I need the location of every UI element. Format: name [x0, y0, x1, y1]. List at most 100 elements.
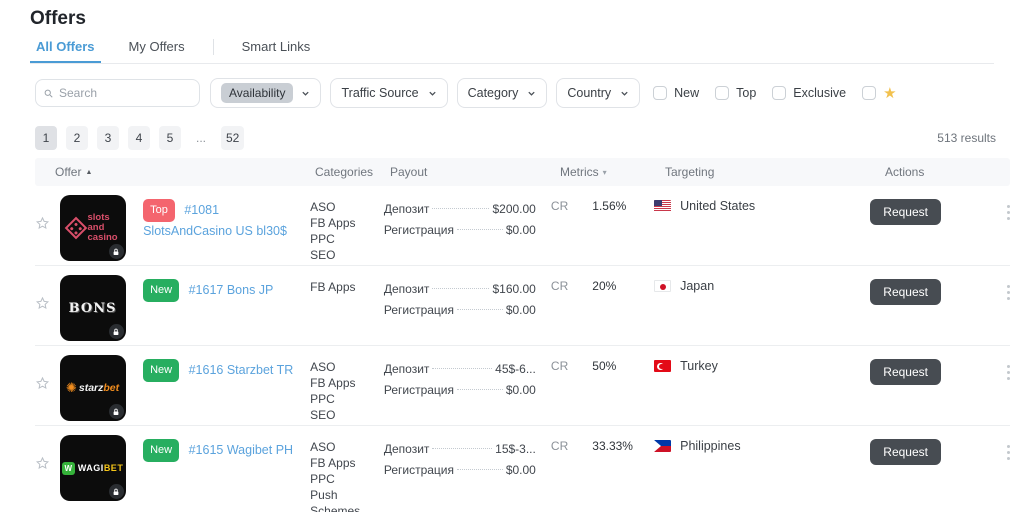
table-row: W WAGIBET New #1615 Wagibet PH ASO FB Ap… [35, 426, 1010, 512]
lock-icon [109, 244, 124, 259]
targeting-cell: Philippines [654, 426, 870, 512]
pagination: 1 2 3 4 5 ... 52 [35, 126, 253, 150]
categories-cell: ASO FB Apps PPC SEO [310, 346, 384, 425]
tab-divider [213, 39, 214, 55]
column-metrics[interactable]: Metrics▾ [560, 165, 665, 179]
chevron-down-icon [620, 89, 629, 98]
offer-logo[interactable]: ✺ starzbet [60, 346, 144, 425]
availability-dropdown[interactable]: Availability [210, 78, 321, 108]
table-row: BONS New #1617 Bons JP FB Apps Депозит$1… [35, 266, 1010, 346]
star-icon: ★ [883, 84, 896, 102]
favorite-star-icon[interactable] [35, 426, 60, 512]
targeting-cell: United States [654, 186, 870, 265]
offer-logo[interactable]: BONS [60, 266, 144, 345]
favorites-checkbox[interactable] [862, 86, 876, 100]
top-badge: Top [143, 199, 175, 222]
payout-cell: Депозит45$-6... Регистрация$0.00 [384, 346, 551, 425]
search-box[interactable] [35, 79, 200, 107]
page-button-3[interactable]: 3 [97, 126, 119, 150]
offer-title-cell: New #1615 Wagibet PH [143, 426, 310, 512]
sort-asc-icon: ▲ [85, 169, 92, 176]
offer-link[interactable]: #1617 Bons JP [189, 283, 274, 297]
dropdown-arrow-icon: ▾ [603, 168, 607, 177]
payout-cell: Депозит15$-3... Регистрация$0.00 [384, 426, 551, 512]
new-badge: New [143, 359, 179, 382]
results-count: 513 results [937, 131, 996, 145]
japan-flag-icon [654, 280, 671, 292]
category-dropdown[interactable]: Category [457, 78, 548, 108]
page-button-4[interactable]: 4 [128, 126, 150, 150]
kebab-menu-icon[interactable] [1007, 443, 1010, 461]
metrics-cell: CR 50% [551, 346, 654, 425]
chevron-down-icon [301, 89, 310, 98]
categories-cell: ASO FB Apps PPC SEO [310, 186, 384, 265]
column-offer[interactable]: Offer▲ [35, 165, 315, 179]
offer-title-cell: New #1616 Starzbet TR [143, 346, 310, 425]
offer-title-cell: Top #1081 SlotsAndCasino US bl30$ [143, 186, 310, 265]
page-button-2[interactable]: 2 [66, 126, 88, 150]
favorite-star-icon[interactable] [35, 186, 60, 265]
offer-logo[interactable]: W WAGIBET [60, 426, 144, 512]
philippines-flag-icon [654, 440, 671, 452]
offer-link[interactable]: #1615 Wagibet PH [189, 443, 293, 457]
column-categories: Categories [315, 165, 390, 179]
page-ellipsis: ... [190, 126, 212, 150]
actions-cell: Request [870, 346, 1010, 425]
new-checkbox[interactable] [653, 86, 667, 100]
payout-cell: Депозит$200.00 Регистрация$0.00 [384, 186, 551, 265]
metrics-cell: CR 1.56% [551, 186, 654, 265]
offer-link[interactable]: #1616 Starzbet TR [189, 363, 294, 377]
kebab-menu-icon[interactable] [1007, 363, 1010, 381]
tab-smart-links[interactable]: Smart Links [236, 39, 317, 62]
actions-cell: Request [870, 426, 1010, 512]
column-actions: Actions [885, 165, 1010, 179]
page-button-5[interactable]: 5 [159, 126, 181, 150]
checkbox-filters: New Top Exclusive ★ [653, 84, 896, 102]
favorite-star-icon[interactable] [35, 266, 60, 345]
tab-bar: All Offers My Offers Smart Links [30, 38, 994, 64]
page-button-1[interactable]: 1 [35, 126, 57, 150]
chevron-down-icon [527, 89, 536, 98]
request-button[interactable]: Request [870, 199, 941, 225]
actions-cell: Request [870, 266, 1010, 345]
column-targeting: Targeting [665, 165, 885, 179]
offers-page: Offers All Offers My Offers Smart Links … [0, 0, 1024, 512]
availability-chip: Availability [221, 83, 293, 103]
table-row: slots and casino Top #1081 SlotsAndCasin… [35, 186, 1010, 266]
exclusive-checkbox[interactable] [772, 86, 786, 100]
request-button[interactable]: Request [870, 279, 941, 305]
chevron-down-icon [428, 89, 437, 98]
kebab-menu-icon[interactable] [1007, 283, 1010, 301]
us-flag-icon [654, 200, 671, 212]
sun-icon: ✺ [66, 380, 77, 396]
new-badge: New [143, 439, 179, 462]
actions-cell: Request [870, 186, 1010, 265]
lock-icon [109, 484, 124, 499]
categories-cell: ASO FB Apps PPC Push Schemes [310, 426, 384, 512]
table-header: Offer▲ Categories Payout Metrics▾ Target… [35, 158, 1010, 186]
targeting-cell: Japan [654, 266, 870, 345]
request-button[interactable]: Request [870, 439, 941, 465]
column-payout: Payout [390, 165, 560, 179]
page-title: Offers [30, 8, 86, 30]
tab-all-offers[interactable]: All Offers [30, 39, 101, 62]
tab-my-offers[interactable]: My Offers [123, 39, 191, 62]
targeting-cell: Turkey [654, 346, 870, 425]
offer-logo[interactable]: slots and casino [60, 186, 144, 265]
search-icon [44, 89, 53, 98]
kebab-menu-icon[interactable] [1007, 203, 1010, 221]
lock-icon [109, 324, 124, 339]
turkey-flag-icon [654, 360, 671, 372]
search-input[interactable] [59, 86, 179, 100]
filter-bar: Availability Traffic Source Category Cou… [35, 78, 897, 108]
new-badge: New [143, 279, 179, 302]
page-button-52[interactable]: 52 [221, 126, 244, 150]
country-dropdown[interactable]: Country [556, 78, 640, 108]
request-button[interactable]: Request [870, 359, 941, 385]
metrics-cell: CR 20% [551, 266, 654, 345]
favorite-star-icon[interactable] [35, 346, 60, 425]
traffic-source-dropdown[interactable]: Traffic Source [330, 78, 447, 108]
payout-cell: Депозит$160.00 Регистрация$0.00 [384, 266, 551, 345]
top-checkbox[interactable] [715, 86, 729, 100]
offer-title-cell: New #1617 Bons JP [143, 266, 310, 345]
